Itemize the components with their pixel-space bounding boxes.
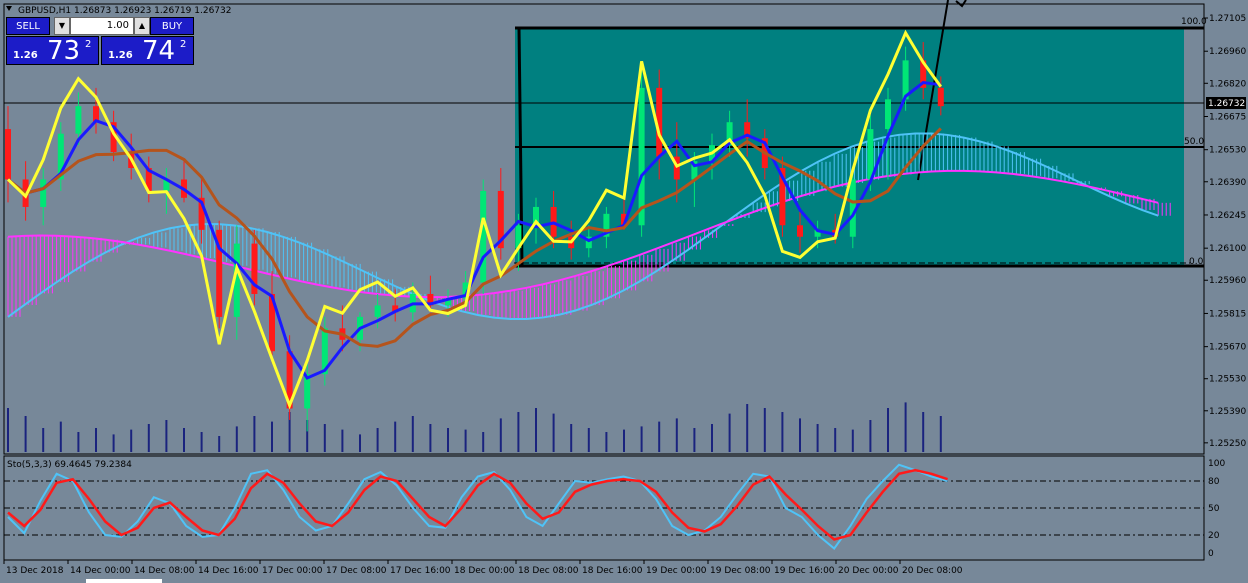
time-tick-label: 17 Dec 16:00 <box>390 566 451 576</box>
price-tick-label: 1.26675 <box>1209 112 1246 122</box>
buy-button[interactable]: BUY <box>150 17 194 35</box>
stoch-level-label: 100 <box>1208 459 1225 469</box>
candle-body <box>937 87 944 107</box>
price-tick-label: 1.25250 <box>1209 439 1246 449</box>
chart-tab-indicator[interactable] <box>86 579 162 583</box>
fibo-label-100: 100.0 <box>1181 17 1207 27</box>
price-tick-label: 1.25670 <box>1209 343 1246 353</box>
price-tick-label: 1.26530 <box>1209 146 1246 156</box>
triangle-up-icon: ▲ <box>138 21 146 30</box>
lot-decrease-button[interactable]: ▼ <box>54 17 70 35</box>
candle-body <box>867 129 874 180</box>
chart-canvas: 100.0 50.0 0.0 1.27105 1.26960 1.26820 1.26… <box>0 0 1248 583</box>
price-tick-label: 1.25960 <box>1209 276 1246 286</box>
time-tick-label: 14 Dec 08:00 <box>134 566 195 576</box>
time-tick-label: 17 Dec 08:00 <box>326 566 387 576</box>
price-tick-label: 1.26820 <box>1209 79 1246 89</box>
time-tick-label: 19 Dec 00:00 <box>646 566 707 576</box>
price-tick-label: 1.25530 <box>1209 375 1246 385</box>
price-tick-label: 1.25815 <box>1209 309 1246 319</box>
candle-body <box>480 190 487 283</box>
time-tick-label: 20 Dec 08:00 <box>902 566 963 576</box>
time-tick-label: 18 Dec 00:00 <box>454 566 515 576</box>
candle-body <box>638 87 645 226</box>
lot-increase-button[interactable]: ▲ <box>134 17 150 35</box>
stoch-level-label: 0 <box>1208 549 1214 559</box>
time-tick-label: 19 Dec 08:00 <box>710 566 771 576</box>
stoch-level-label: 80 <box>1208 477 1220 487</box>
price-tick-label: 1.26245 <box>1209 211 1246 221</box>
price-tick-label: 1.25390 <box>1209 407 1246 417</box>
stoch-level-label: 50 <box>1208 504 1220 514</box>
price-tick-label: 1.27105 <box>1209 14 1246 24</box>
buy-price-prefix: 1.26 <box>108 50 133 61</box>
buy-price-fraction: 2 <box>180 39 187 50</box>
symbol-info: GBPUSD,H1 1.26873 1.26923 1.26719 1.2673… <box>18 6 231 16</box>
price-tick-label: 1.26960 <box>1209 47 1246 57</box>
fibo-label-0: 0.0 <box>1189 257 1204 267</box>
buy-price-pips: 74 <box>142 36 176 66</box>
price-tick-label: 1.26390 <box>1209 178 1246 188</box>
price-tag: 1.26732 <box>1208 99 1245 109</box>
one-click-trade-panel: SELL ▼ 1.00 ▲ BUY 1.26 73 2 1.26 74 2 <box>6 17 194 65</box>
stoch-level-label: 20 <box>1208 531 1220 541</box>
price-tick-label: 1.26100 <box>1209 244 1246 254</box>
candle-body <box>374 305 381 317</box>
sell-price-pips: 73 <box>47 36 81 66</box>
time-tick-label: 14 Dec 00:00 <box>70 566 131 576</box>
time-tick-label: 18 Dec 16:00 <box>582 566 643 576</box>
time-tick-label: 14 Dec 16:00 <box>198 566 259 576</box>
time-tick-label: 19 Dec 16:00 <box>774 566 835 576</box>
time-tick-label: 20 Dec 00:00 <box>838 566 899 576</box>
stoch-info: Sto(5,3,3) 69.4645 79.2384 <box>7 460 132 470</box>
sell-price-prefix: 1.26 <box>13 50 38 61</box>
time-tick-label: 17 Dec 00:00 <box>262 566 323 576</box>
candle-body <box>797 225 803 237</box>
candle-body <box>75 106 82 134</box>
fibo-label-50: 50.0 <box>1184 137 1204 147</box>
candle-body <box>849 179 856 237</box>
buy-quote[interactable]: 1.26 74 2 <box>101 36 194 65</box>
triangle-down-icon: ▼ <box>58 21 66 30</box>
sell-price-fraction: 2 <box>85 39 92 50</box>
candle-body <box>40 179 47 207</box>
sell-button[interactable]: SELL <box>6 17 50 35</box>
time-tick-label: 18 Dec 08:00 <box>518 566 579 576</box>
lot-size-input[interactable]: 1.00 <box>70 17 134 35</box>
candle-body <box>5 129 11 180</box>
sell-quote[interactable]: 1.26 73 2 <box>6 36 99 65</box>
time-tick-label: 13 Dec 2018 <box>6 566 64 576</box>
candle-body <box>885 99 891 130</box>
